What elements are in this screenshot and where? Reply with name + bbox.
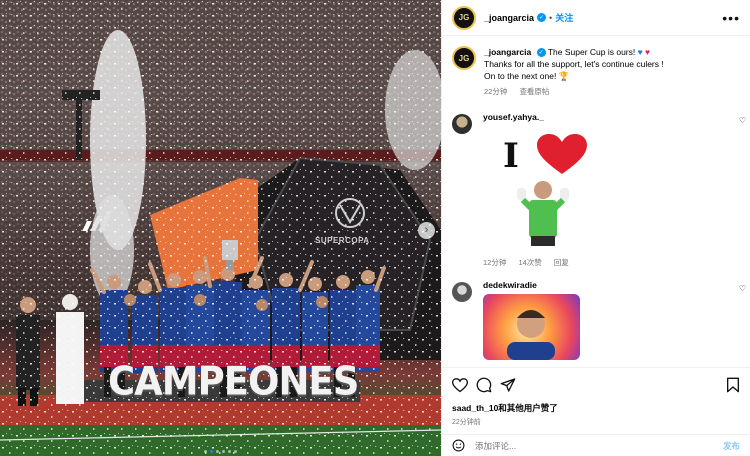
post-header: JG _joangarcia ✓ • 关注 ••• xyxy=(442,0,750,36)
carousel-dot xyxy=(234,450,237,453)
carousel-next-button[interactable]: › xyxy=(418,222,435,239)
heart-icon xyxy=(537,134,587,174)
comment-item: dedekwiradie ♡ xyxy=(442,280,750,360)
verified-badge-icon: ✓ xyxy=(537,13,547,22)
avatar-initials: JG xyxy=(458,13,470,22)
caption-time: 22分钟 xyxy=(484,87,508,96)
caption-line-2: Thanks for all the support, let's contin… xyxy=(484,59,664,69)
header-separator: • xyxy=(549,12,553,23)
gif-letter: I xyxy=(503,136,519,176)
goalkeeper-icon xyxy=(517,181,569,246)
comment-input[interactable] xyxy=(475,440,723,451)
blue-heart-icon: ♥ xyxy=(637,47,643,57)
caption-username[interactable]: _joangarcia xyxy=(484,47,531,57)
avatar[interactable]: JG xyxy=(452,5,476,30)
follow-button[interactable]: 关注 xyxy=(555,11,573,24)
trophy-emoji-icon: 🏆 xyxy=(558,71,570,81)
caption-line-3: On to the next one! xyxy=(484,71,557,81)
carousel-dot xyxy=(216,450,219,453)
comment-like-heart-icon[interactable]: ♡ xyxy=(739,284,746,293)
carousel-dot xyxy=(222,450,225,453)
carousel-dot xyxy=(204,450,207,453)
avatar[interactable] xyxy=(452,114,472,134)
player-face-icon xyxy=(507,310,555,360)
carousel-dot xyxy=(228,450,231,453)
post-comment-button[interactable]: 发布 xyxy=(723,440,740,452)
post-photo[interactable]: CAMPEONES SUPERCOPA › xyxy=(0,0,441,456)
see-translation-link[interactable]: 查看原帖 xyxy=(519,87,549,96)
verified-badge-icon: ✓ xyxy=(536,48,546,58)
chevron-right-icon: › xyxy=(424,224,429,236)
post-side-panel: JG _joangarcia ✓ • 关注 ••• JG _joangarcia… xyxy=(441,0,750,456)
comment-composer: 发布 xyxy=(442,434,750,456)
red-heart-icon: ♥ xyxy=(645,47,651,57)
header-username[interactable]: _joangarcia xyxy=(484,13,534,23)
comment-username[interactable]: yousef.yahya._ xyxy=(483,112,603,122)
comment-likes[interactable]: 14次赞 xyxy=(518,258,541,267)
bookmark-icon[interactable] xyxy=(726,377,740,393)
comment-item: yousef.yahya._ I 12分钟 14次赞 回复 ♡ xyxy=(442,112,750,268)
comments-list[interactable]: JG _joangarcia ✓ The Super Cup is ours! … xyxy=(442,37,750,366)
post-actions: saad_th_10和其他用户赞了 22分钟前 xyxy=(442,367,750,427)
avatar[interactable] xyxy=(452,282,472,302)
carousel-dot-active xyxy=(210,450,213,453)
comment-bubble-icon[interactable] xyxy=(476,377,492,393)
share-plane-icon[interactable] xyxy=(500,377,516,393)
comment-like-heart-icon[interactable]: ♡ xyxy=(739,116,746,125)
supercopa-label: SUPERCOPA xyxy=(315,236,370,245)
instagram-post-window: CAMPEONES SUPERCOPA › JG _joangarcia ✓ •… xyxy=(0,0,750,456)
comment-image xyxy=(483,294,580,360)
more-options-icon[interactable]: ••• xyxy=(722,10,740,26)
carousel-indicator xyxy=(0,450,441,453)
comment-username[interactable]: dedekwiradie xyxy=(483,280,580,290)
like-heart-icon[interactable] xyxy=(452,377,468,393)
comment-time: 12分钟 xyxy=(483,258,507,267)
emoji-icon[interactable] xyxy=(452,439,465,452)
comment-gif: I xyxy=(483,128,603,253)
avatar-initials: JG xyxy=(458,53,470,63)
campeones-banner: CAMPEONES xyxy=(108,358,359,405)
post-caption: JG _joangarcia ✓ The Super Cup is ours! … xyxy=(442,37,750,98)
reply-button[interactable]: 回复 xyxy=(554,258,569,267)
post-time: 22分钟前 xyxy=(452,419,481,426)
liked-by-text[interactable]: saad_th_10和其他用户赞了 xyxy=(452,402,740,414)
caption-line-1: The Super Cup is ours! xyxy=(547,47,636,57)
avatar[interactable]: JG xyxy=(452,46,476,70)
